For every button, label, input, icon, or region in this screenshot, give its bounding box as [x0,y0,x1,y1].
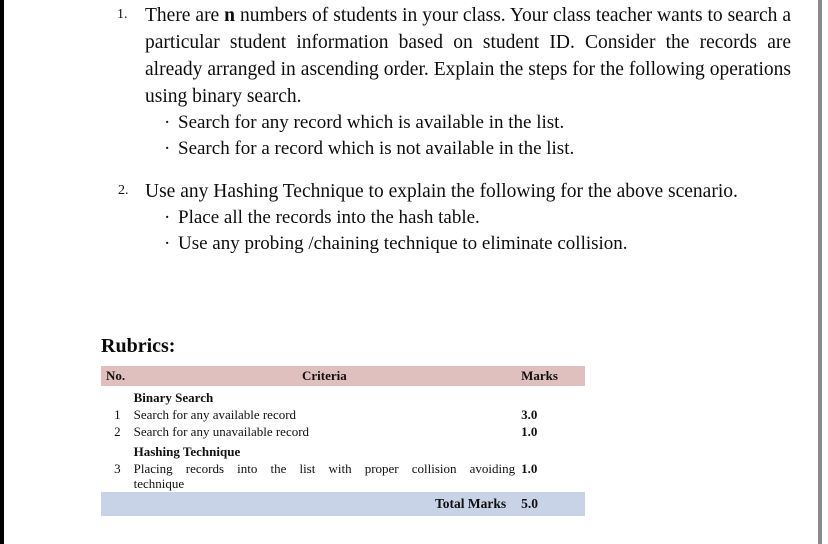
question-1-bullet-list: · Search for any record which is availab… [145,110,791,162]
question-2-bullet-2: · Use any probing /chaining technique to… [145,231,791,257]
table-section-hashing-technique: Hashing Technique [101,440,585,460]
total-marks-value: 5.0 [515,492,585,516]
row-2-criteria: Search for any unavailable record [133,424,310,439]
bullet-point-icon: · [164,233,171,254]
question-text-1: There are n numbers of students in your … [145,2,791,110]
table-row: 1 Search for any available record 3.0 [101,406,585,423]
total-no-spacer [101,492,134,516]
scan-edge-right-outer [822,0,828,544]
section-no-spacer [101,386,134,406]
row-1-no: 1 [114,407,121,422]
section-marks-spacer [515,386,585,406]
row-2-no: 2 [114,424,121,439]
question-1-text-part-1: There are [145,5,225,26]
row-3-marks: 1.0 [521,461,538,476]
bullet-point-icon: · [164,138,171,159]
table-row: 2 Search for any unavailable record 1.0 [101,423,585,440]
table-header-no: No. [101,366,134,386]
question-1-bullet-1: · Search for any record which is availab… [145,110,791,136]
document-page: 1. There are n numbers of students in yo… [0,0,818,544]
section-no-spacer [101,440,134,460]
table-total-row: Total Marks 5.0 [101,492,585,516]
rubrics-table: No. Criteria Marks Binary Search 1 Searc… [101,366,585,516]
table-header-marks: Marks [515,366,585,386]
question-1-text-part-2: numbers of students in your class. Your … [145,5,791,107]
question-number-2: 2. [118,183,129,198]
table-header-criteria: Criteria [133,366,516,386]
row-3-criteria-line-2: technique [133,476,185,491]
question-number-1: 1. [117,7,128,22]
row-2-marks: 1.0 [521,424,538,439]
row-1-marks: 3.0 [521,407,538,422]
row-1-criteria: Search for any available record [133,407,297,422]
row-3-no: 3 [114,461,121,476]
table-row: 3 Placing records into the list with pro… [101,460,585,492]
row-3-criteria-line-1: Placing records into the list with prope… [133,461,516,476]
question-2-bullet-2-label: Use any probing /chaining technique to e… [178,233,628,254]
question-2-bullet-1: · Place all the records into the hash ta… [145,205,791,231]
total-marks-label: Total Marks [133,492,516,516]
question-1-bullet-2: · Search for a record which is not avail… [145,136,791,162]
table-header-row: No. Criteria Marks [101,366,585,386]
question-1-bullet-2-label: Search for a record which is not availab… [178,138,575,159]
question-list: 1. There are n numbers of students in yo… [101,2,791,259]
section-marks-spacer [515,440,585,460]
question-2-bullet-1-label: Place all the records into the hash tabl… [178,207,480,228]
question-1-bullet-1-label: Search for any record which is available… [178,112,565,133]
section-title-hashing-technique: Hashing Technique [133,444,241,459]
table-section-binary-search: Binary Search [101,386,585,406]
row-3-criteria: Placing records into the list with prope… [134,460,515,492]
section-title-binary-search: Binary Search [133,390,214,405]
question-text-2: Use any Hashing Technique to explain the… [145,181,738,202]
question-item-2: 2. Use any Hashing Technique to explain … [101,178,791,257]
question-item-1: 1. There are n numbers of students in yo… [101,2,791,162]
question-1-bold-token: n [224,5,236,26]
bullet-point-icon: · [164,112,171,133]
question-2-bullet-list: · Place all the records into the hash ta… [145,205,791,257]
bullet-point-icon: · [164,207,171,228]
rubrics-heading: Rubrics: [101,335,176,357]
